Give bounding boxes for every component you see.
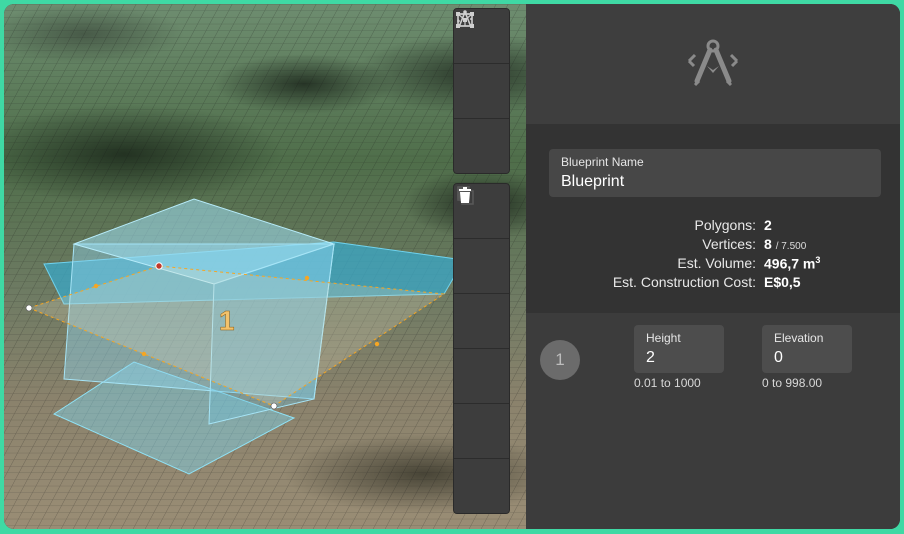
stat-polygons: Polygons: 2 <box>526 217 900 236</box>
height-range: 0.01 to 1000 <box>634 376 701 390</box>
duplicate-button[interactable] <box>454 186 509 459</box>
trash-icon <box>459 187 471 203</box>
stat-vertices-label: Vertices: <box>702 236 756 252</box>
blueprint-panel: Blueprint Name Blueprint Polygons: 2 Ver… <box>526 4 900 529</box>
panel-header <box>526 4 900 124</box>
stat-vertices-value-group: 8 / 7.500 <box>764 236 806 252</box>
stat-volume-label: Est. Volume: <box>677 255 756 271</box>
polygon-index-badge[interactable]: 1 <box>540 340 580 380</box>
midpoint-handle[interactable] <box>374 341 380 347</box>
stat-volume-value-group: 496,7 m3 <box>764 255 820 272</box>
blueprint-name-field[interactable]: Blueprint Name Blueprint <box>549 149 881 197</box>
blueprint-compass-icon <box>687 39 739 87</box>
stat-vertices: Vertices: 8 / 7.500 <box>526 236 900 255</box>
shape-ops-toolbar <box>453 183 510 514</box>
blueprint-name-label: Blueprint Name <box>561 155 644 169</box>
midpoint-handle[interactable] <box>141 351 147 357</box>
stat-polygons-value: 2 <box>764 217 772 233</box>
exclude-button[interactable] <box>454 187 509 404</box>
stat-cost-label: Est. Construction Cost: <box>612 274 756 290</box>
stat-volume: Est. Volume: 496,7 m3 <box>526 255 900 274</box>
elevation-range: 0 to 998.00 <box>762 376 823 390</box>
select-shape-button[interactable] <box>454 12 509 173</box>
stat-volume-unit-sup: 3 <box>815 255 821 265</box>
stat-cost-value: E$0,5 <box>764 274 801 290</box>
stat-volume-value: 496,7 m <box>764 255 816 272</box>
edit-vertices-button[interactable] <box>454 12 509 119</box>
blueprint-info: Blueprint Name Blueprint Polygons: 2 Ver… <box>526 124 900 313</box>
select-shape-icon <box>456 12 474 28</box>
vertex-handle[interactable] <box>270 402 278 410</box>
scene-svg: 1 <box>4 4 526 529</box>
height-field[interactable]: Height 2 <box>634 325 724 373</box>
elevation-input[interactable]: 0 <box>774 349 783 367</box>
stat-vertices-value: 8 <box>764 236 772 252</box>
edit-mode-toolbar <box>453 8 510 174</box>
height-label: Height <box>646 331 681 345</box>
polygon-properties: 1 Height 2 0.01 to 1000 Elevation 0 0 to… <box>526 313 900 529</box>
elevation-field[interactable]: Elevation 0 <box>762 325 852 373</box>
subtract-button[interactable] <box>454 188 509 294</box>
stat-vertices-limit: / 7.500 <box>775 241 807 252</box>
height-input[interactable]: 2 <box>646 349 655 367</box>
midpoint-handle[interactable] <box>93 283 99 289</box>
vertex-handle[interactable] <box>155 262 163 270</box>
intersect-button[interactable] <box>454 187 509 349</box>
blueprint-name-input[interactable]: Blueprint <box>561 173 624 191</box>
3d-viewport[interactable]: 1 <box>4 4 526 529</box>
app-window: 1 Blueprint Name Blueprint Polygons: 2 V… <box>4 4 900 529</box>
delete-button[interactable] <box>454 187 509 513</box>
elevation-label: Elevation <box>774 331 824 345</box>
midpoint-handle[interactable] <box>304 275 310 281</box>
stat-cost: Est. Construction Cost: E$0,5 <box>526 274 900 293</box>
stat-polygons-label: Polygons: <box>694 217 756 233</box>
polygon-number-label: 1 <box>219 305 235 336</box>
vertex-handle[interactable] <box>25 304 33 312</box>
